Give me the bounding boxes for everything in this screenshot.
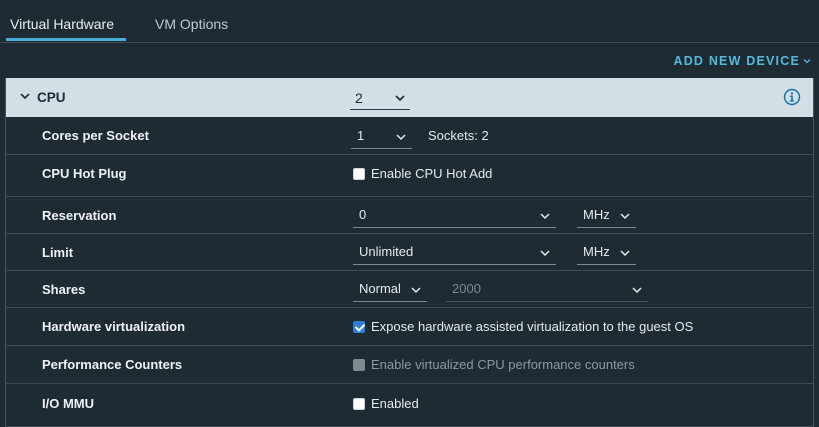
cores-per-socket-row: Cores per Socket 1 Sockets: 2 — [6, 117, 813, 155]
hardware-panel: CPU 2 Cores per Socket 1 Sockets: 2 CPU … — [5, 78, 814, 427]
limit-label: Limit — [42, 245, 74, 260]
reservation-unit-select[interactable]: MHz — [577, 202, 636, 228]
shares-value-input[interactable]: 2000 — [446, 276, 648, 302]
limit-value: Unlimited — [359, 244, 414, 259]
shares-label: Shares — [42, 282, 86, 297]
hardware-virtualization-row: Hardware virtualization Expose hardware … — [6, 308, 813, 346]
enable-cpu-hot-add-label: Enable CPU Hot Add — [371, 166, 493, 181]
limit-unit-select[interactable]: MHz — [577, 239, 636, 265]
cores-per-socket-select[interactable]: 1 — [351, 123, 412, 149]
expose-hw-virtualization-option[interactable]: Expose hardware assisted virtualization … — [353, 319, 693, 334]
performance-counters-row: Performance Counters Enable virtualized … — [6, 346, 813, 384]
cpu-section-header: CPU 2 — [6, 78, 813, 117]
sockets-text: Sockets: 2 — [428, 128, 489, 143]
enable-perf-counters-label: Enable virtualized CPU performance count… — [371, 357, 635, 372]
chevron-down-icon — [632, 287, 642, 294]
limit-input[interactable]: Unlimited — [353, 239, 556, 265]
chevron-down-icon — [803, 59, 811, 64]
tab-virtual-hardware[interactable]: Virtual Hardware — [10, 16, 114, 32]
add-new-device-label: ADD NEW DEVICE — [673, 54, 800, 68]
enable-perf-counters-checkbox — [353, 358, 365, 371]
expose-hw-virtualization-checkbox[interactable] — [353, 320, 365, 333]
enable-cpu-hot-add-checkbox[interactable] — [353, 167, 365, 180]
cpu-title: CPU — [37, 90, 66, 105]
active-tab-indicator — [6, 38, 126, 41]
add-new-device-button[interactable]: ADD NEW DEVICE — [673, 54, 811, 68]
io-mmu-enabled-checkbox[interactable] — [353, 397, 365, 410]
cpu-count-select[interactable]: 2 — [350, 86, 410, 110]
reservation-unit-value: MHz — [583, 207, 610, 222]
io-mmu-enabled-option[interactable]: Enabled — [353, 396, 419, 411]
cores-per-socket-label: Cores per Socket — [42, 128, 149, 143]
reservation-row: Reservation 0 MHz — [6, 197, 813, 234]
reservation-value: 0 — [359, 207, 367, 222]
cpu-hot-plug-label: CPU Hot Plug — [42, 166, 127, 181]
reservation-input[interactable]: 0 — [353, 202, 556, 228]
reservation-label: Reservation — [42, 208, 117, 223]
expose-hw-virtualization-label: Expose hardware assisted virtualization … — [371, 319, 694, 334]
shares-level-select[interactable]: Normal — [353, 276, 427, 302]
io-mmu-row: I/O MMU Enabled — [6, 384, 813, 427]
cpu-hot-plug-row: CPU Hot Plug Enable CPU Hot Add — [6, 155, 813, 197]
chevron-down-icon — [620, 213, 630, 220]
chevron-down-icon — [411, 287, 421, 294]
enable-cpu-hot-add-option[interactable]: Enable CPU Hot Add — [353, 166, 492, 181]
tab-bar: Virtual Hardware VM Options — [0, 0, 819, 43]
chevron-down-icon — [540, 213, 550, 220]
hardware-virtualization-label: Hardware virtualization — [42, 319, 186, 334]
performance-counters-label: Performance Counters — [42, 357, 183, 372]
shares-level-value: Normal — [359, 281, 401, 296]
collapse-chevron-icon[interactable] — [18, 89, 32, 103]
shares-row: Shares Normal 2000 — [6, 271, 813, 308]
chevron-down-icon — [540, 250, 550, 257]
chevron-down-icon — [395, 95, 405, 102]
info-circle-icon[interactable] — [783, 88, 801, 106]
limit-row: Limit Unlimited MHz — [6, 234, 813, 271]
limit-unit-value: MHz — [583, 244, 610, 259]
io-mmu-label: I/O MMU — [42, 396, 94, 411]
enable-perf-counters-option: Enable virtualized CPU performance count… — [353, 357, 635, 372]
chevron-down-icon — [620, 250, 630, 257]
chevron-down-icon — [396, 134, 406, 141]
cores-per-socket-value: 1 — [357, 128, 365, 143]
tab-vm-options[interactable]: VM Options — [155, 16, 228, 32]
shares-value: 2000 — [452, 281, 481, 296]
io-mmu-enabled-label: Enabled — [371, 396, 419, 411]
cpu-count-value: 2 — [355, 90, 363, 106]
